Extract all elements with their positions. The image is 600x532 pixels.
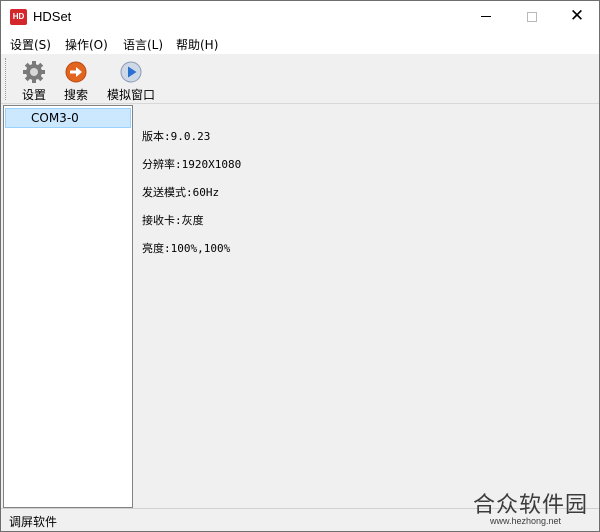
search-label: 搜索 (63, 88, 88, 102)
tree-item-label: COM3-0 (31, 111, 79, 125)
settings-label: 设置 (21, 88, 46, 102)
window-title: HDSet (33, 9, 72, 24)
simulate-window-label: 模拟窗口 (106, 88, 155, 102)
resolution-text: 分辨率:1920X1080 (142, 158, 242, 171)
watermark-url: www.hezhong.net (490, 516, 562, 526)
menu-bar: 设置(S) 操作(O) 语言(L) 帮助(H) (1, 33, 599, 54)
maximize-button[interactable] (509, 1, 555, 33)
minimize-button[interactable] (463, 1, 509, 33)
close-icon: ✕ (569, 6, 585, 26)
watermark: 合众软件园 www.hezhong.net (453, 487, 593, 529)
brightness-text: 亮度:100%,100% (142, 242, 231, 255)
watermark-title: 合众软件园 (473, 493, 589, 518)
app-icon: HD (10, 9, 27, 25)
play-icon (120, 61, 142, 83)
title-bar[interactable]: HD HDSet ✕ (1, 1, 599, 33)
toolbar-grip[interactable] (5, 58, 8, 100)
maximize-icon (527, 11, 537, 22)
gear-icon (23, 61, 45, 83)
toolbar: 设置 搜索 模拟窗口 (1, 54, 599, 104)
settings-button[interactable]: 设置 (19, 60, 49, 102)
arrow-right-icon (65, 61, 87, 83)
close-button[interactable]: ✕ (554, 1, 600, 33)
menu-language[interactable]: 语言(L) (123, 36, 163, 53)
simulate-window-button[interactable]: 模拟窗口 (106, 60, 156, 102)
menu-help[interactable]: 帮助(H) (176, 36, 218, 53)
send-mode-text: 发送模式:60Hz (142, 186, 220, 199)
tree-item-com3-0[interactable]: COM3-0 (5, 108, 131, 128)
menu-operate[interactable]: 操作(O) (65, 36, 108, 53)
receiver-card-text: 接收卡:灰度 (142, 214, 204, 227)
minimize-icon (481, 16, 491, 17)
main-window: HD HDSet ✕ 设置(S) 操作(O) 语言(L) 帮助(H) 设置 搜索… (0, 0, 600, 532)
device-tree[interactable]: COM3-0 (3, 105, 133, 508)
info-panel: 版本:9.0.23 分辨率:1920X1080 发送模式:60Hz 接收卡:灰度… (134, 105, 599, 508)
menu-settings[interactable]: 设置(S) (10, 36, 51, 53)
search-button[interactable]: 搜索 (61, 60, 91, 102)
status-text: 调屏软件 (9, 515, 58, 529)
version-text: 版本:9.0.23 (142, 130, 211, 143)
